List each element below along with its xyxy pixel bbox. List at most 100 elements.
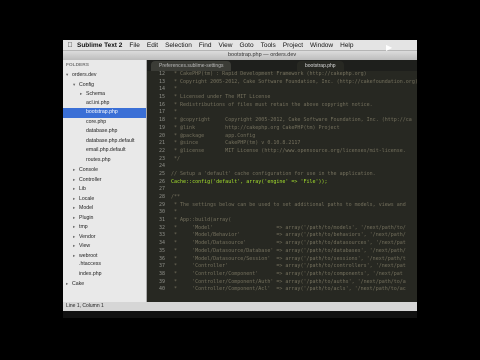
menu-view[interactable]: View [219, 42, 233, 49]
code-area[interactable]: * CakePHP(tm) : Rapid Development Framew… [171, 71, 417, 294]
tree-item[interactable]: ▸ Cake [63, 279, 146, 289]
tree-item[interactable]: ▾ orders.dev [63, 70, 146, 80]
menu-window[interactable]: Window [310, 42, 333, 49]
line-number: 36 [158, 255, 165, 262]
tree-item[interactable]: email.php.default [63, 146, 146, 156]
line-number: 23 [158, 155, 165, 162]
tree-item-label: Vendor [79, 233, 96, 240]
line-number: 22 [158, 147, 165, 154]
code-line: * Redistributions of files must retain t… [171, 101, 373, 108]
line-number: 34 [158, 240, 165, 247]
code-line: * [171, 86, 178, 93]
line-number: 13 [158, 78, 165, 85]
code-line: * [171, 109, 178, 116]
code-line: * 'Model/Behavior' => array('/path/to/be… [171, 232, 406, 239]
code-line: */ [171, 155, 181, 162]
tree-item[interactable]: routes.php [63, 156, 146, 166]
file-tree: ▾ orders.dev ▾ Config ▸ Schema acl.ini.php boot… [63, 70, 146, 289]
line-number: 21 [158, 140, 165, 147]
code-line: /** [171, 194, 181, 200]
tab-preferences[interactable]: Preferences.sublime-settings [151, 61, 232, 71]
code-line: * 'Controller/Component' => array('/path… [171, 270, 403, 277]
line-number: 32 [158, 224, 165, 231]
code-line: * 'Model/Datasource' => array('/path/to/… [171, 240, 406, 247]
tree-item[interactable]: index.php [63, 270, 146, 280]
tree-item-label: database.php.default [86, 137, 135, 144]
line-number: 31 [158, 217, 165, 224]
tree-item-label: .htaccess [79, 261, 101, 267]
status-bar: Line 1, Column 1 [63, 302, 417, 311]
line-number: 12 [158, 71, 165, 77]
menu-selection[interactable]: Selection [165, 42, 192, 49]
code-line: * 'Model' => array('/path/to/models', '/… [171, 224, 406, 231]
tree-item[interactable]: acl.ini.php [63, 99, 146, 109]
tree-item[interactable]: bootstrap.php [63, 108, 146, 118]
tree-item-label: index.php [79, 270, 102, 277]
menu-file[interactable]: File [129, 42, 139, 49]
line-number: 17 [158, 109, 165, 116]
menu-goto[interactable]: Goto [239, 42, 253, 49]
tree-item[interactable]: ▸ View [63, 241, 146, 251]
tree-item-label: Cake [72, 281, 85, 287]
tree-item-label: Plugin [79, 214, 94, 221]
tree-item[interactable]: ▸ Model [63, 203, 146, 213]
tree-item[interactable]: database.php.default [63, 137, 146, 147]
code-line: // Setup a 'default' cache configuration… [171, 170, 376, 177]
tree-item[interactable]: ▸ Schema [63, 89, 146, 99]
line-number: 20 [158, 132, 165, 139]
menu-bar:  Sublime Text 2 File Edit Selection Fin… [63, 40, 417, 51]
tree-item[interactable]: ▸ Console [63, 165, 146, 175]
apple-logo-icon[interactable]:  [63, 42, 77, 49]
tree-item[interactable]: .htaccess [63, 260, 146, 270]
line-number: 40 [158, 286, 165, 293]
line-number: 28 [158, 194, 165, 200]
menu-help[interactable]: Help [340, 42, 353, 49]
tree-item-label: tmp [79, 224, 88, 230]
line-number: 29 [158, 201, 165, 208]
line-number: 33 [158, 232, 165, 239]
menu-find[interactable]: Find [199, 42, 212, 49]
line-number: 30 [158, 209, 165, 216]
tree-item[interactable]: ▸ Controller [63, 175, 146, 185]
tab-bootstrap[interactable]: bootstrap.php [297, 61, 344, 71]
menu-sublime-text[interactable]: Sublime Text 2 [77, 42, 122, 49]
tree-item[interactable]: ▸ Lib [63, 184, 146, 194]
tab-bar: Preferences.sublime-settings bootstrap.p… [147, 60, 417, 71]
menu-project[interactable]: Project [283, 42, 303, 49]
sidebar: FOLDERS ▾ orders.dev ▾ Config ▸ Schema acl.ini… [63, 60, 147, 302]
tree-item[interactable]: ▸ Locale [63, 194, 146, 204]
code-line: * [171, 209, 178, 216]
code-editor[interactable]: 12 13 14 15 16 17 18 19 20 21 22 23 24 25 26 27 28 29 30 31… [147, 71, 417, 302]
tree-item-label: database.php [86, 128, 118, 134]
code-line: * @license MIT License (http://www.opens… [171, 147, 406, 154]
line-number: 18 [158, 117, 165, 124]
tree-item-label: core.php [86, 118, 107, 125]
tree-item-label: View [79, 243, 91, 249]
tree-item-label: Locale [79, 195, 95, 202]
tree-item-label: Config [79, 81, 94, 88]
code-line: * App::build(array( [171, 217, 232, 224]
tree-item[interactable]: database.php [63, 127, 146, 137]
tree-item-label: Controller [79, 176, 102, 183]
code-line: * @copyright Copyright 2005-2012, Cake S… [171, 117, 412, 124]
tree-item[interactable]: ▾ Config [63, 80, 146, 90]
tree-item[interactable]: ▸ Plugin [63, 213, 146, 223]
tree-item[interactable]: core.php [63, 118, 146, 128]
tree-item-label: orders.dev [72, 72, 97, 78]
line-number: 27 [158, 186, 165, 193]
screen:  Sublime Text 2 File Edit Selection Fin… [63, 40, 417, 318]
menu-edit[interactable]: Edit [147, 42, 158, 49]
window-title-bar[interactable]: bootstrap.php — orders.dev [63, 51, 417, 60]
menu-tools[interactable]: Tools [261, 42, 276, 49]
tree-item[interactable]: ▸ webroot [63, 251, 146, 261]
tree-item[interactable]: ▸ tmp [63, 222, 146, 232]
tree-item-label: Model [79, 205, 94, 211]
code-line: * The settings below can be used to set … [171, 201, 406, 208]
tree-item-label: acl.ini.php [86, 99, 110, 106]
window-title: bootstrap.php — orders.dev [228, 52, 297, 58]
line-number: 25 [158, 170, 165, 177]
tree-item-label: Schema [86, 91, 106, 97]
tree-item[interactable]: ▸ Vendor [63, 232, 146, 242]
line-number: 14 [158, 86, 165, 93]
